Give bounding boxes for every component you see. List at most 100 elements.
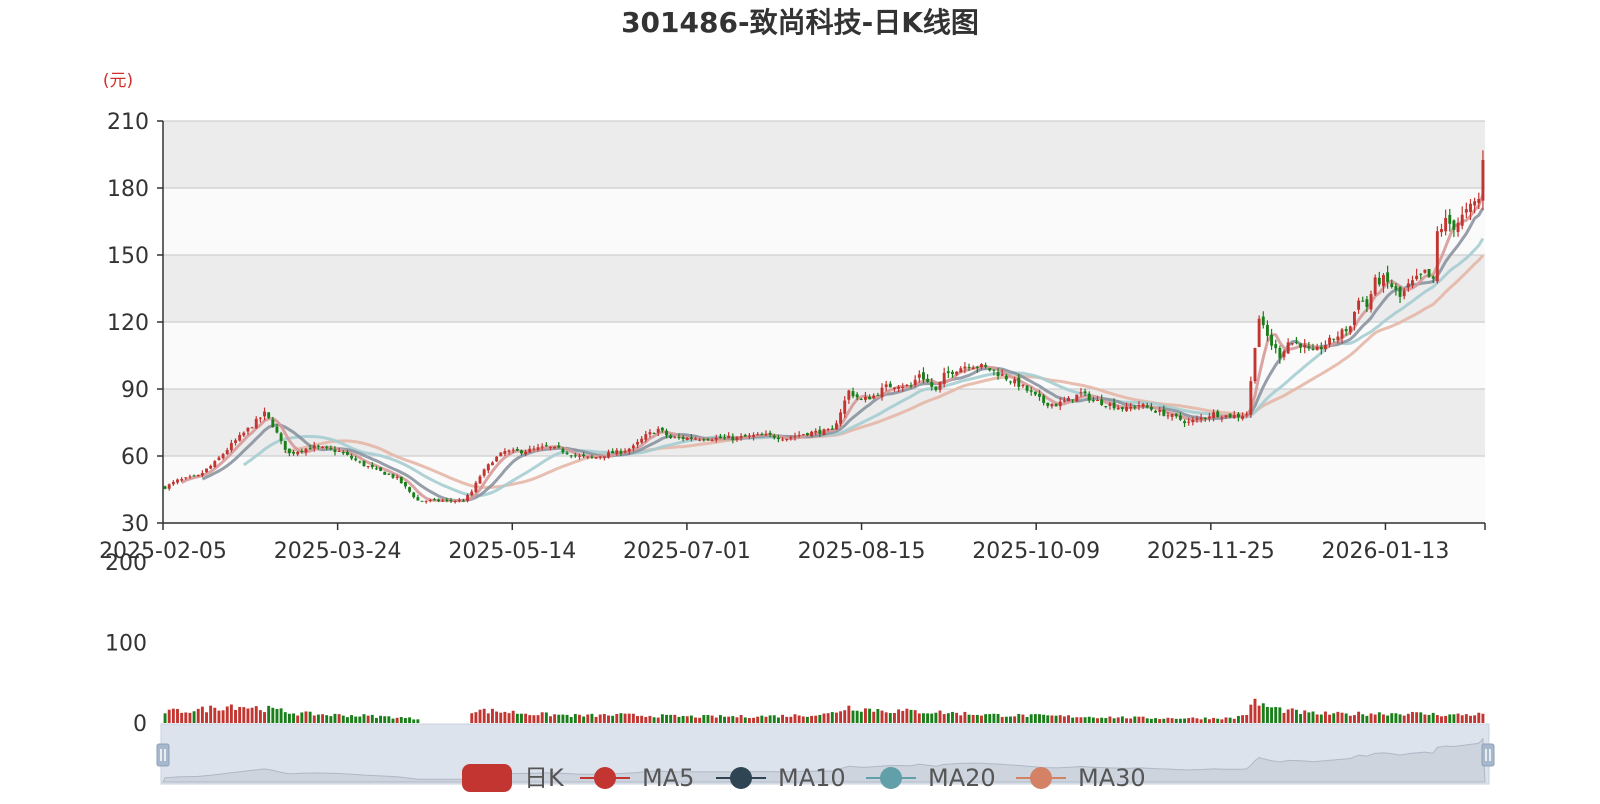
candle-body: [296, 451, 300, 455]
candle-body: [826, 429, 830, 431]
volume-bar: [789, 716, 793, 723]
volume-bar: [644, 716, 648, 723]
candle-body: [752, 435, 755, 437]
candle-body: [1183, 421, 1186, 424]
candle-body: [731, 436, 735, 440]
volume-bar: [180, 712, 184, 723]
time-tick-label: 2025-07-01: [623, 539, 751, 564]
candle-body: [1038, 393, 1041, 397]
candle-body: [507, 450, 511, 453]
candle-body: [1009, 381, 1012, 383]
candle-body: [1382, 275, 1385, 287]
candle-body: [975, 366, 979, 368]
volume-bar: [752, 717, 755, 723]
volume-bar: [1145, 718, 1149, 723]
volume-bar: [520, 713, 523, 723]
volume-bar: [1158, 719, 1162, 723]
candle-body: [1278, 348, 1282, 359]
candle-body: [1017, 377, 1021, 387]
volume-bar: [205, 712, 208, 723]
candle-body: [785, 438, 789, 441]
volume-bar: [1042, 714, 1046, 723]
slider-left-handle[interactable]: [156, 743, 170, 767]
price-tick-label: 180: [107, 177, 149, 202]
volume-bar: [1386, 715, 1390, 723]
volume-bar: [980, 715, 983, 723]
slider-right-handle[interactable]: [1481, 743, 1495, 767]
candle-body: [698, 439, 702, 441]
volume-bar: [1220, 719, 1224, 723]
volume-bar: [922, 713, 925, 723]
volume-bar: [1278, 707, 1282, 723]
candle-body: [200, 473, 204, 476]
volume-bar: [528, 715, 532, 723]
time-x-axis: 2025-02-05 2025-03-24 2025-05-14 2025-07-01…: [99, 522, 1486, 564]
candle-body: [768, 432, 772, 435]
candle-body: [561, 448, 565, 453]
volume-bar: [536, 715, 540, 723]
volume-bar: [1282, 712, 1286, 723]
candle-body: [379, 467, 383, 471]
volume-bar: [814, 715, 818, 723]
volume-bar: [636, 716, 639, 723]
candle-body: [209, 465, 213, 469]
candle-body: [234, 440, 237, 444]
candle-body: [644, 434, 648, 440]
volume-bar: [1004, 716, 1008, 723]
candle-body: [652, 433, 656, 435]
candle-body: [893, 387, 896, 390]
time-tick-label: 2025-11-25: [1147, 539, 1275, 564]
volume-bar: [615, 713, 619, 723]
candle-body: [474, 482, 478, 493]
volume-bar: [747, 718, 751, 723]
candle-body: [930, 382, 934, 387]
candle-body: [723, 437, 726, 439]
candle-body: [408, 487, 412, 492]
legend-label: 日K: [524, 764, 565, 792]
candle-body: [735, 437, 739, 440]
volume-bar: [1473, 715, 1477, 723]
candle-body: [578, 455, 581, 457]
volume-bar: [909, 709, 913, 723]
candle-body: [909, 385, 913, 387]
candle-body: [515, 448, 519, 451]
candle-body: [963, 366, 967, 369]
candle-body: [1170, 414, 1174, 417]
volume-tick-label: 100: [105, 632, 147, 657]
candle-body: [756, 434, 760, 436]
volume-bar: [308, 711, 312, 723]
volume-bar: [673, 714, 677, 723]
candle-body: [287, 448, 291, 454]
candle-body: [192, 475, 196, 477]
candle-body: [926, 378, 930, 382]
volume-bar: [573, 714, 577, 723]
volume-bar: [942, 714, 946, 723]
volume-bar: [1195, 718, 1199, 723]
candle-body: [428, 499, 432, 501]
candle-body: [1054, 403, 1058, 407]
volume-bar: [1340, 712, 1344, 723]
volume-bar: [1038, 714, 1041, 723]
candle-body: [333, 449, 337, 453]
volume-bar: [1046, 715, 1050, 723]
volume-bar: [209, 705, 213, 723]
volume-bar: [225, 706, 229, 723]
volume-bar: [304, 711, 308, 723]
volume-bar: [996, 713, 1000, 723]
volume-bar: [1315, 714, 1319, 723]
volume-bar: [843, 710, 847, 723]
volume-bar: [1353, 715, 1356, 723]
volume-bar: [1257, 705, 1261, 723]
candle-body: [1448, 214, 1452, 224]
price-tick-label: 150: [107, 244, 149, 269]
volume-bar: [395, 717, 399, 723]
volume-bar: [652, 717, 656, 723]
candle-body: [868, 396, 872, 400]
candle-body: [905, 384, 909, 386]
candle-body: [229, 443, 233, 451]
candle-body: [416, 497, 420, 501]
volume-bar: [859, 711, 863, 723]
volume-bar: [1406, 713, 1410, 723]
volume-bar: [408, 717, 412, 723]
volume-bar: [884, 712, 888, 723]
